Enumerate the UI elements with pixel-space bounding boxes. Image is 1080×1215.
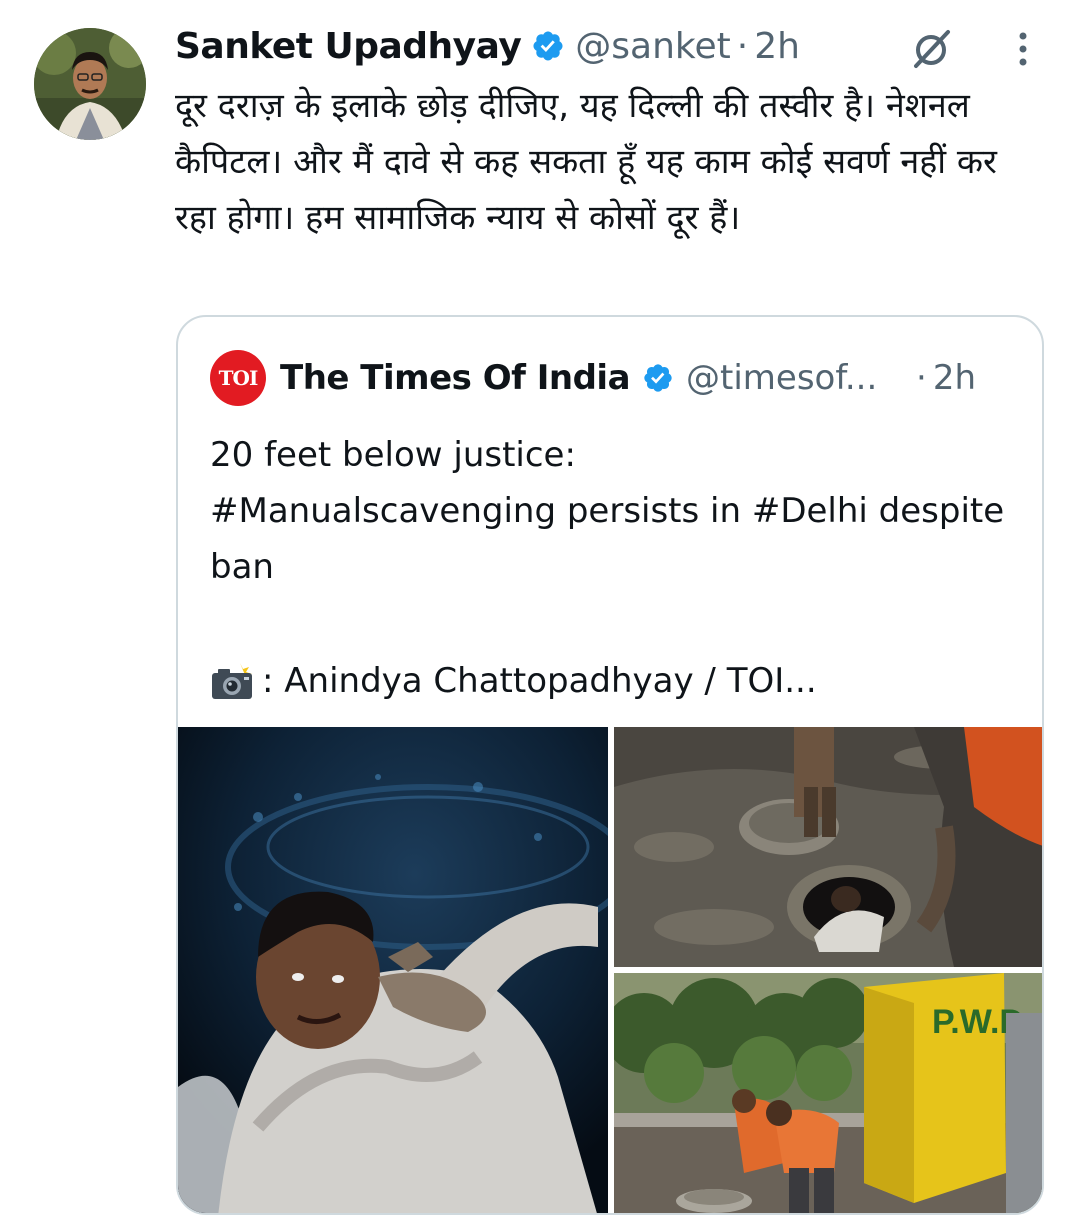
quoted-tweet-time[interactable]: 2h bbox=[933, 358, 976, 398]
grok-icon[interactable] bbox=[908, 26, 954, 72]
author-avatar[interactable] bbox=[34, 28, 146, 140]
more-vertical-icon[interactable] bbox=[1008, 28, 1038, 70]
quoted-author-handle[interactable]: @timesof... bbox=[686, 358, 908, 398]
author-avatar-image bbox=[34, 28, 146, 140]
verified-badge-icon[interactable] bbox=[642, 362, 674, 394]
toi-logo[interactable]: TOI bbox=[210, 350, 266, 406]
tweet-header: Sanket Upadhyay @sanket · 2h bbox=[175, 22, 800, 70]
verified-badge-icon[interactable] bbox=[531, 29, 565, 63]
tweet-time[interactable]: 2h bbox=[754, 26, 800, 67]
photo-sewer-opening bbox=[614, 727, 1042, 967]
photo-credit: : Anindya Chattopadhyay / TOI... bbox=[210, 653, 817, 709]
quoted-tweet-card[interactable]: TOI The Times Of India @timesof... · 2h … bbox=[176, 315, 1044, 1215]
quoted-tweet-text: 20 feet below justice: #Manualscavenging… bbox=[210, 435, 1005, 587]
photo-pwd-workers: P.W.D. bbox=[614, 973, 1042, 1213]
media-photo-3[interactable]: P.W.D. bbox=[614, 973, 1042, 1213]
photo-credit-text: : Anindya Chattopadhyay / TOI... bbox=[262, 661, 817, 701]
tweet-text: दूर दराज़ के इलाके छोड़ दीजिए, यह दिल्ली… bbox=[175, 86, 997, 238]
author-name[interactable]: Sanket Upadhyay bbox=[175, 26, 522, 67]
media-grid: P.W.D. bbox=[178, 727, 1042, 1213]
time-separator: · bbox=[736, 25, 749, 67]
media-photo-2[interactable] bbox=[614, 727, 1042, 967]
photo-manhole-worker bbox=[178, 727, 608, 1213]
quoted-author-name[interactable]: The Times Of India bbox=[280, 358, 631, 398]
author-handle[interactable]: @sanket bbox=[575, 26, 730, 67]
time-separator: · bbox=[916, 358, 927, 398]
media-photo-1[interactable] bbox=[178, 727, 608, 1213]
camera-flash-icon bbox=[212, 663, 252, 699]
quoted-tweet-header: TOI The Times Of India @timesof... · 2h bbox=[210, 350, 976, 406]
